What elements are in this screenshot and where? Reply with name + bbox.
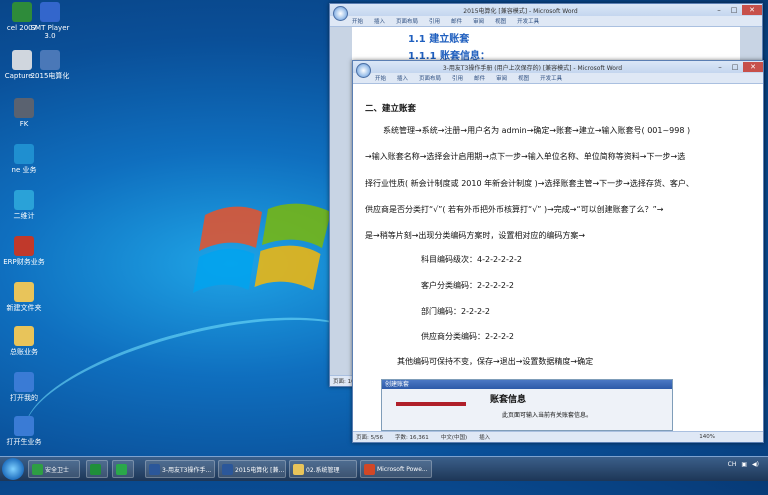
folder-icon: [14, 326, 34, 346]
document-icon: [14, 236, 34, 256]
word-window-front[interactable]: 3-用友T3操作手册 (用户上次保存的) [兼容模式] - Microsoft …: [352, 60, 764, 443]
taskbar: 安全卫士 3-用友T3操作手... 2015电算化 [兼... 02.系统管理 …: [0, 456, 768, 481]
folder-icon: [14, 282, 34, 302]
tab-mailings[interactable]: 邮件: [451, 17, 462, 25]
tab-view[interactable]: 视图: [495, 17, 506, 25]
desktop-icon-fk[interactable]: FK: [2, 98, 46, 128]
folder-icon: [40, 50, 60, 70]
title-bar[interactable]: 2015电算化 [兼容模式] - Microsoft Word – □ ✕: [330, 4, 762, 16]
maximize-icon[interactable]: □: [727, 5, 741, 15]
folder-icon: [293, 463, 304, 475]
heading-1: 1.1 建立账套: [408, 34, 470, 45]
minimize-icon[interactable]: –: [712, 5, 726, 15]
app-icon: [90, 463, 101, 475]
body-line-1: 系统管理→系统→注册→用户名为 admin→确定→账套→建立→输入账套号( 00…: [383, 126, 691, 135]
maximize-icon[interactable]: □: [728, 62, 742, 72]
language: 中文(中国): [440, 435, 468, 441]
close-icon[interactable]: ✕: [743, 62, 763, 72]
desktop-icon-open-mine[interactable]: 打开我的: [2, 372, 46, 402]
minimize-icon[interactable]: –: [713, 62, 727, 72]
player-icon: [40, 2, 60, 22]
ribbon-tabs: 开始 插入 页面布局 引用 邮件 审阅 视图 开发工具: [353, 73, 763, 84]
word-count: 字数: 16,361: [394, 435, 429, 441]
page-indicator: 页面: 5/56: [356, 435, 383, 441]
tab-developer[interactable]: 开发工具: [540, 74, 562, 82]
app-icon: [14, 372, 34, 392]
taskbar-item-word-2015[interactable]: 2015电算化 [兼...: [218, 460, 286, 478]
volume-icon[interactable]: ◀): [752, 461, 759, 468]
office-button-icon[interactable]: [333, 6, 348, 21]
tab-view[interactable]: 视图: [518, 74, 529, 82]
taskbar-item-powerpoint[interactable]: Microsoft Powe...: [360, 460, 432, 478]
window-title: 2015电算化 [兼容模式] - Microsoft Word: [463, 7, 578, 15]
windows-logo: [193, 203, 331, 293]
tab-layout[interactable]: 页面布局: [396, 17, 418, 25]
chat-icon: [116, 463, 127, 475]
desktop-icon-smt-player[interactable]: SMT Player 3.0: [28, 2, 72, 40]
taskbar-item-security[interactable]: 安全卫士: [28, 460, 80, 478]
section-title: 二、建立账套: [365, 104, 417, 114]
body-line-4: 供应商是否分类打“√”( 若有外币把外币核算打“√” )→完成→“可以创建账套了…: [365, 205, 664, 214]
body-line-3: 择行业性质( 新会计制度或 2010 年新会计制度 )→选择账套主管→下一步→选…: [365, 179, 694, 188]
powerpoint-icon: [364, 463, 375, 475]
taskbar-item-app-1[interactable]: [86, 460, 108, 478]
body-line-5: 是→稍等片刻→出现分类编码方案时，设置相对应的编码方案→: [365, 231, 586, 240]
tab-home[interactable]: 开始: [375, 74, 386, 82]
insert-mode[interactable]: 插入: [479, 433, 490, 441]
word-icon: [222, 463, 233, 475]
taskbar-item-word-manual[interactable]: 3-用友T3操作手...: [145, 460, 215, 478]
zoom-level[interactable]: 140%: [699, 434, 763, 440]
tab-developer[interactable]: 开发工具: [517, 17, 539, 25]
code-line-2: 客户分类编码：2-2-2-2-2: [421, 281, 514, 290]
desktop-icon-folder[interactable]: 新建文件夹: [2, 282, 46, 312]
embed-header: 创建账套: [382, 380, 672, 389]
shield-icon: [32, 463, 43, 475]
taskbar-item-app-2[interactable]: [112, 460, 134, 478]
status-bar: 页面: 5/56 字数: 16,361 中文(中国) 插入 140%: [353, 431, 763, 442]
taskbar-item-folder[interactable]: 02.系统管理: [289, 460, 357, 478]
tab-references[interactable]: 引用: [429, 17, 440, 25]
embed-title: 账套信息: [490, 395, 527, 405]
code-line-1: 科目编码级次：4-2-2-2-2-2: [421, 255, 522, 264]
ribbon-tabs: 开始 插入 页面布局 引用 邮件 审阅 视图 开发工具: [330, 16, 762, 27]
tab-home[interactable]: 开始: [352, 17, 363, 25]
document-page[interactable]: 二、建立账套 系统管理→系统→注册→用户名为 admin→确定→账套→建立→输入…: [353, 84, 763, 432]
desktop-icon-2015[interactable]: 2015电算化: [28, 50, 72, 80]
tab-insert[interactable]: 插入: [374, 17, 385, 25]
tab-layout[interactable]: 页面布局: [419, 74, 441, 82]
tab-review[interactable]: 审阅: [496, 74, 507, 82]
start-button[interactable]: [2, 458, 24, 480]
desktop-icon-qr[interactable]: 二维计: [2, 190, 46, 220]
office-button-icon[interactable]: [356, 63, 371, 78]
embed-desc: 此页面可输入当前有关账套信息。: [502, 412, 593, 419]
embedded-screenshot: 创建账套 账套信息 此页面可输入当前有关账套信息。: [381, 379, 673, 431]
tab-references[interactable]: 引用: [452, 74, 463, 82]
code-line-4: 供应商分类编码：2-2-2-2: [421, 332, 515, 341]
tab-insert[interactable]: 插入: [397, 74, 408, 82]
desktop-icon-erp[interactable]: ERP财务业务: [2, 236, 46, 266]
close-icon[interactable]: ✕: [742, 5, 762, 15]
title-bar[interactable]: 3-用友T3操作手册 (用户上次保存的) [兼容模式] - Microsoft …: [353, 61, 763, 73]
app-icon: [14, 98, 34, 118]
app-icon: [14, 144, 34, 164]
desktop-icon-business[interactable]: ne 业务: [2, 144, 46, 174]
window-title: 3-用友T3操作手册 (用户上次保存的) [兼容模式] - Microsoft …: [442, 64, 623, 72]
word-icon: [149, 463, 160, 475]
embed-red-bar: [396, 402, 466, 406]
app-icon: [14, 416, 34, 436]
network-icon[interactable]: ▣: [741, 461, 747, 468]
tab-review[interactable]: 审阅: [473, 17, 484, 25]
desktop-icon-open-business[interactable]: 打开生业务: [2, 416, 46, 446]
closing-line: 其他编码可保持不变，保存→退出→设置数据精度→确定: [397, 357, 594, 366]
system-tray: CH ▣ ◀): [728, 461, 764, 468]
tab-mailings[interactable]: 邮件: [474, 74, 485, 82]
ime-indicator[interactable]: CH: [728, 461, 737, 468]
code-line-3: 部门编码：2-2-2-2: [421, 307, 491, 316]
body-line-2: →输入账套名称→选择会计启用期→点下一步→输入单位名称、单位简称等资料→下一步→…: [365, 152, 686, 161]
app-icon: [14, 190, 34, 210]
desktop-icon-ledger[interactable]: 总账业务: [2, 326, 46, 356]
